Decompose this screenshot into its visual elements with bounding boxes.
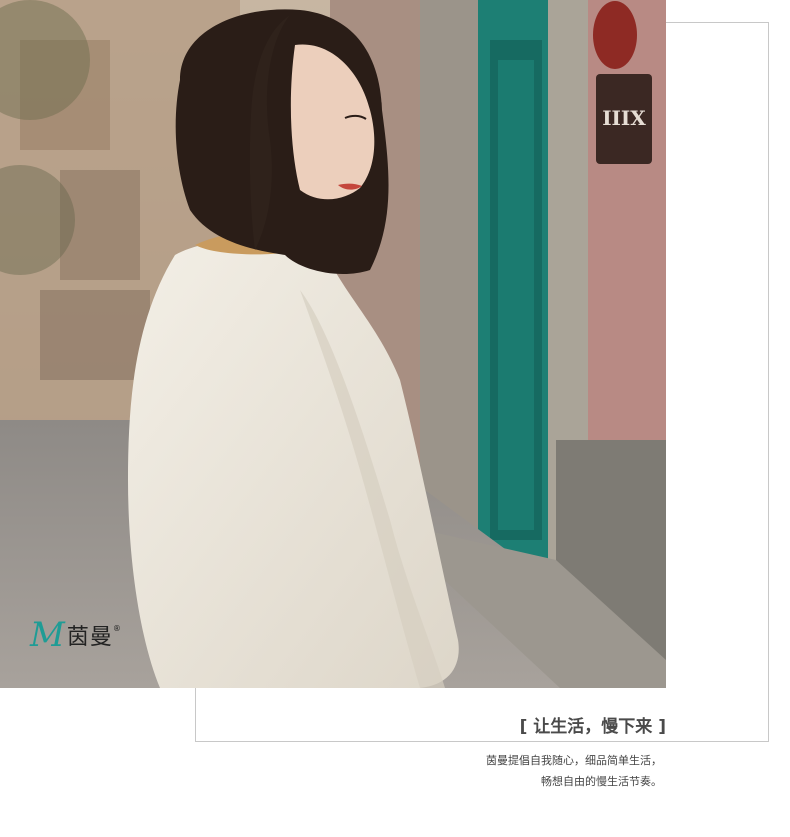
description-line-2: 畅想自由的慢生活节奏。: [541, 775, 662, 788]
logo-mark: M: [30, 615, 65, 655]
hero-photo: IIIX: [0, 0, 666, 688]
description-line-1: 茵曼提倡自我随心，细品简单生活，: [486, 754, 662, 767]
registered-mark: ®: [112, 624, 121, 633]
brand-description: 茵曼提倡自我随心，细品简单生活， 畅想自由的慢生活节奏。: [486, 750, 662, 792]
tagline: [ 让生活，慢下来 ]: [520, 712, 666, 737]
brand-logo: M 茵曼 ®: [30, 618, 121, 652]
street-scene: IIIX: [0, 0, 666, 688]
tagline-text: 让生活，慢下来: [533, 717, 653, 737]
tagline-close-bracket: ]: [658, 717, 666, 737]
logo-wordmark: 茵曼: [66, 625, 113, 650]
shop-sign-text: IIIX: [602, 106, 646, 130]
tagline-open-bracket: [: [519, 717, 528, 737]
